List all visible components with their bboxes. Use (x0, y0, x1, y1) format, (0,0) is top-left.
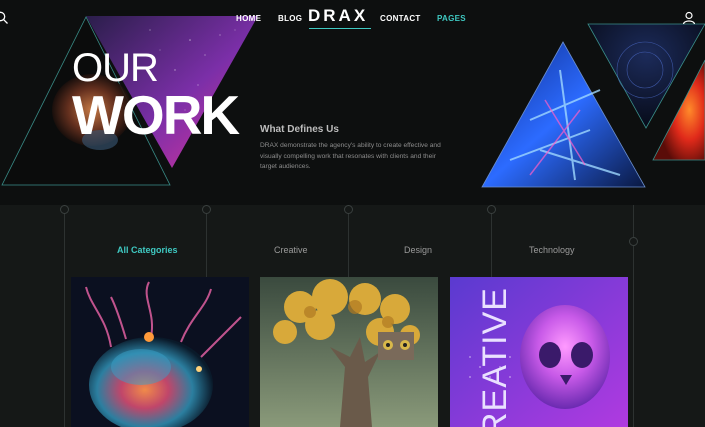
hero-title-line1: OUR (72, 46, 159, 90)
portfolio-card-skull[interactable]: REATIVE (450, 277, 628, 427)
user-icon[interactable] (682, 11, 696, 25)
card-image-tree (260, 277, 438, 427)
grid-node (344, 205, 353, 214)
portfolio-card-brain[interactable] (71, 277, 249, 427)
grid-node (60, 205, 69, 214)
nav-home-link[interactable]: HOME (236, 14, 261, 23)
grid-node (487, 205, 496, 214)
search-icon[interactable] (0, 11, 9, 25)
tab-technology[interactable]: Technology (529, 245, 575, 255)
nav-blog-link[interactable]: BLOG (278, 14, 302, 23)
hero-description: DRAX demonstrate the agency's ability to… (260, 142, 441, 170)
grid-node (629, 237, 638, 246)
logo[interactable]: DRAX (308, 6, 368, 26)
nav-pages-link[interactable]: PAGES (437, 14, 466, 23)
tab-all-categories[interactable]: All Categories (117, 245, 178, 255)
hero-section: HOME BLOG DRAX CONTACT PAGES OUR WORK Wh… (0, 0, 705, 205)
top-navigation: HOME BLOG DRAX CONTACT PAGES (0, 0, 705, 38)
tab-design[interactable]: Design (404, 245, 432, 255)
tab-creative[interactable]: Creative (274, 245, 308, 255)
nav-contact-link[interactable]: CONTACT (380, 14, 421, 23)
grid-divider (64, 205, 65, 427)
hero-title-line2: WORK (72, 84, 240, 146)
hero-subheading: What Defines Us (260, 124, 339, 135)
card-image-brain (71, 277, 249, 427)
logo-underline (309, 28, 371, 29)
portfolio-card-tree[interactable] (260, 277, 438, 427)
grid-node (202, 205, 211, 214)
card-overlay-text: REATIVE (476, 287, 514, 427)
